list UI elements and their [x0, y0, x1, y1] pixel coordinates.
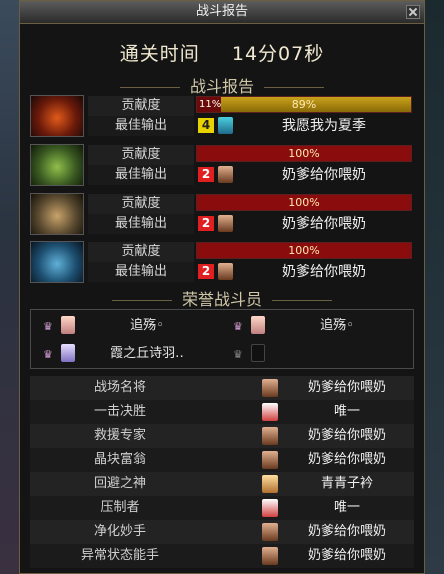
title-row: 净化妙手 奶爹给你喂奶	[30, 520, 414, 544]
player-row-1: 贡献度 最佳输出 11% 89% 4 我愿我为夏季	[30, 95, 414, 137]
best-output-avatar	[218, 166, 233, 183]
player-avatar	[262, 451, 278, 469]
title-row: 救援专家 奶爹给你喂奶	[30, 424, 414, 448]
section-report-title: 战斗报告	[189, 77, 254, 96]
title-name: 晶块富翁	[93, 452, 146, 467]
section-honor-title: 荣誉战斗员	[181, 290, 262, 309]
contribution-bar: 11% 89%	[196, 96, 412, 113]
honor-name: 追殇◦	[320, 318, 354, 333]
rank-badge: 2	[198, 216, 214, 231]
best-output-label: 最佳输出	[88, 165, 194, 185]
rank-badge: 2	[198, 264, 214, 279]
rank-badge: 2	[198, 167, 214, 182]
title-name: 回避之神	[93, 476, 146, 491]
contribution-bar: 100%	[196, 145, 412, 162]
crown-icon: ♛	[233, 348, 243, 361]
ice-class-portrait	[30, 241, 84, 283]
player-avatar	[262, 379, 278, 397]
honor-avatar	[61, 316, 75, 334]
team-contribution-percent: 89%	[291, 98, 317, 111]
best-output-label: 最佳输出	[88, 214, 194, 234]
player-avatar	[262, 403, 278, 421]
best-output-avatar	[218, 263, 233, 280]
title-name: 压制者	[100, 500, 140, 515]
best-output-name: 奶爹给你喂奶	[282, 216, 366, 232]
best-output: 2 奶爹给你喂奶	[196, 165, 412, 185]
title-name: 战场名将	[93, 380, 146, 395]
honor-member-2[interactable]: ♛ 追殇◦	[225, 312, 415, 340]
best-output-name: 奶爹给你喂奶	[282, 167, 366, 183]
crown-icon: ♛	[233, 320, 243, 333]
honor-avatar	[251, 316, 265, 334]
honor-name: 追殇◦	[130, 318, 164, 333]
honor-member-1[interactable]: ♛ 追殇◦	[35, 312, 225, 340]
honor-member-empty: ♛	[225, 340, 415, 368]
player-row-4: 贡献度 最佳输出 100% 2 奶爹给你喂奶	[30, 241, 414, 283]
battle-report-window: 战斗报告 通关时间 14分07秒 战斗报告 贡献度 最佳输出 11% 89% 4…	[19, 0, 425, 574]
honor-member-3[interactable]: ♛ 霞之丘诗羽‥	[35, 340, 225, 368]
empty-avatar-slot	[251, 344, 265, 362]
best-output-avatar	[218, 215, 233, 232]
title-row: 战场名将 奶爹给你喂奶	[30, 376, 414, 400]
title-row: 一击决胜 唯一	[30, 400, 414, 424]
best-output: 2 奶爹给你喂奶	[196, 262, 412, 282]
player-avatar	[262, 523, 278, 541]
contribution-label: 贡献度	[88, 194, 194, 214]
title-player: 奶爹给你喂奶	[307, 548, 386, 563]
player-avatar	[262, 475, 278, 493]
earth-class-portrait	[30, 193, 84, 235]
honor-box: ♛ 追殇◦ ♛ 追殇◦ ♛ 霞之丘诗羽‥ ♛	[30, 309, 414, 369]
poison-class-portrait	[30, 144, 84, 186]
title-row: 压制者 唯一	[30, 496, 414, 520]
title-player: 唯一	[333, 500, 360, 515]
best-output: 4 我愿我为夏季	[196, 116, 412, 136]
clear-time-value: 14分07秒	[231, 43, 325, 65]
team-contribution-percent: 100%	[288, 196, 320, 209]
player-avatar	[262, 499, 278, 517]
player-avatar	[262, 427, 278, 445]
title-name: 一击决胜	[93, 404, 146, 419]
best-output-avatar	[218, 117, 233, 134]
crown-icon: ♛	[43, 320, 53, 333]
rank-badge: 4	[198, 118, 214, 133]
contribution-label: 贡献度	[88, 242, 194, 262]
best-output: 2 奶爹给你喂奶	[196, 214, 412, 234]
team-contribution-percent: 100%	[288, 244, 320, 257]
section-report-header: 战斗报告	[20, 73, 424, 96]
title-player: 唯一	[333, 404, 360, 419]
title-row: 晶块富翁 奶爹给你喂奶	[30, 448, 414, 472]
title-name: 异常状态能手	[80, 548, 159, 563]
section-honor-header: 荣誉战斗员	[20, 286, 424, 309]
clear-time: 通关时间 14分07秒	[20, 39, 424, 66]
honor-name: 霞之丘诗羽‥	[110, 346, 184, 361]
contribution-label: 贡献度	[88, 96, 194, 116]
team-contribution-percent: 100%	[288, 147, 320, 160]
best-output-name: 我愿我为夏季	[282, 118, 366, 134]
contribution-bar: 100%	[196, 242, 412, 259]
title-player: 青青子衿	[320, 476, 373, 491]
title-awards-list: 战场名将 奶爹给你喂奶 一击决胜 唯一 救援专家 奶爹给你喂奶 晶块富翁 奶爹给…	[30, 376, 414, 568]
best-output-label: 最佳输出	[88, 262, 194, 282]
title-player: 奶爹给你喂奶	[307, 380, 386, 395]
contribution-bar: 100%	[196, 194, 412, 211]
close-icon[interactable]	[406, 5, 420, 19]
window-title: 战斗报告	[20, 1, 424, 24]
title-name: 净化妙手	[93, 524, 146, 539]
player-row-2: 贡献度 最佳输出 100% 2 奶爹给你喂奶	[30, 144, 414, 186]
best-output-name: 奶爹给你喂奶	[282, 264, 366, 280]
best-output-label: 最佳输出	[88, 116, 194, 136]
player-avatar	[262, 547, 278, 565]
fire-class-portrait	[30, 95, 84, 137]
crown-icon: ♛	[43, 348, 53, 361]
honor-avatar	[61, 344, 75, 362]
title-name: 救援专家	[93, 428, 146, 443]
player-row-3: 贡献度 最佳输出 100% 2 奶爹给你喂奶	[30, 193, 414, 235]
title-player: 奶爹给你喂奶	[307, 428, 386, 443]
clear-time-label: 通关时间	[119, 43, 200, 65]
title-row: 回避之神 青青子衿	[30, 472, 414, 496]
title-player: 奶爹给你喂奶	[307, 452, 386, 467]
title-row: 异常状态能手 奶爹给你喂奶	[30, 544, 414, 568]
title-player: 奶爹给你喂奶	[307, 524, 386, 539]
contribution-label: 贡献度	[88, 145, 194, 165]
